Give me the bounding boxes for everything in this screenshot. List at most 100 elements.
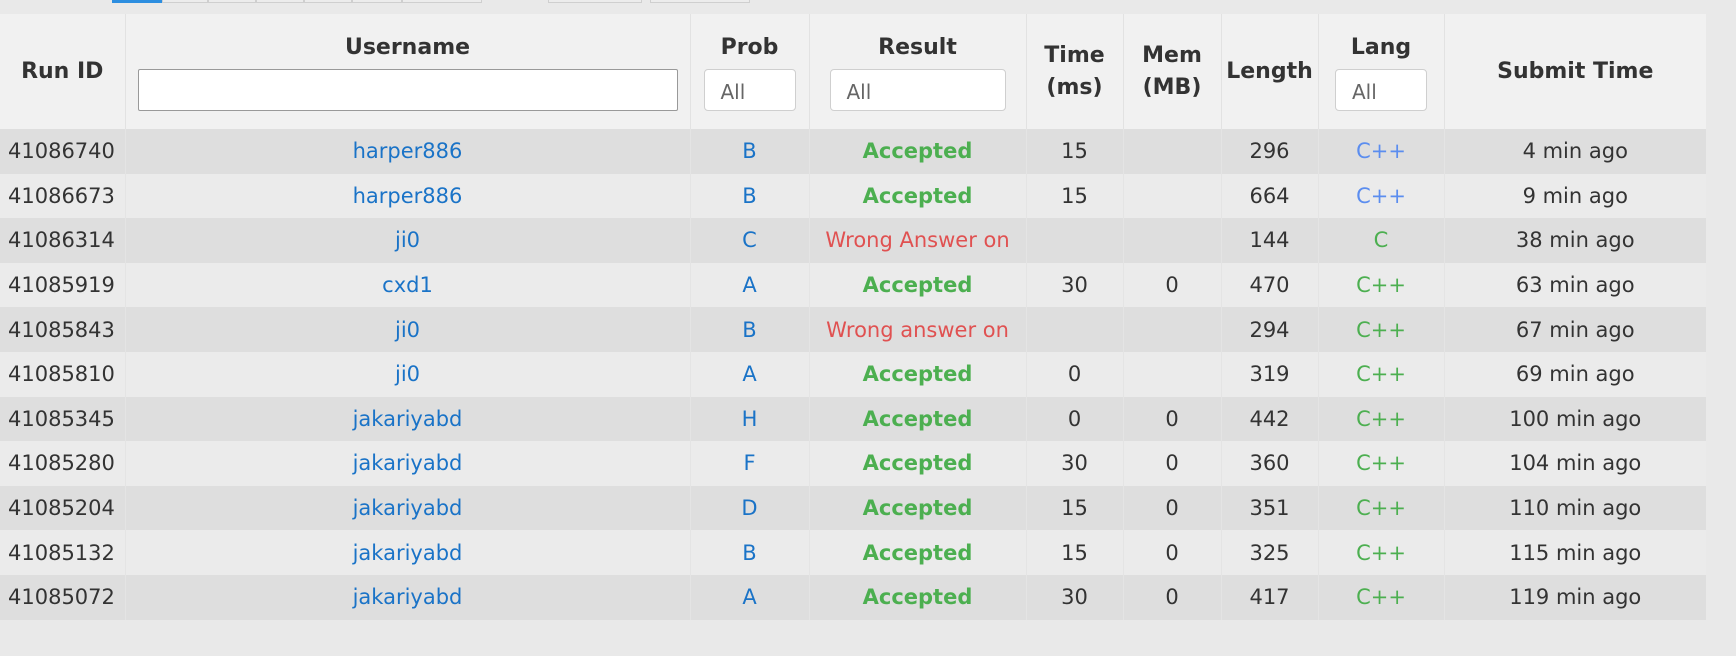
- prob-filter-select[interactable]: All: [703, 69, 796, 112]
- table-row: 41086673 harper886 B Accepted 15 664 C++…: [0, 173, 1706, 219]
- tab[interactable]: [256, 0, 304, 3]
- username-link[interactable]: harper886: [353, 184, 463, 208]
- lang-cell: C++: [1318, 307, 1445, 352]
- lang-cell: C++: [1318, 173, 1445, 219]
- header-prob: Prob All: [690, 14, 810, 129]
- mem-cell: 0: [1123, 485, 1222, 531]
- username-link[interactable]: jakariyabd: [353, 496, 463, 520]
- lang-value: C++: [1356, 496, 1406, 521]
- header-mem: Mem (MB): [1123, 14, 1222, 129]
- tab[interactable]: [548, 0, 642, 3]
- result-cell: Accepted: [809, 262, 1027, 308]
- mem-cell: [1123, 173, 1222, 219]
- result-status: Accepted: [862, 540, 973, 565]
- problem-link[interactable]: A: [742, 273, 756, 297]
- time-cell: [1026, 307, 1124, 352]
- header-result-label: Result: [878, 34, 957, 60]
- username-cell: harper886: [125, 129, 691, 174]
- lang-cell: C++: [1318, 441, 1445, 486]
- time-cell: 30: [1026, 441, 1124, 486]
- problem-link[interactable]: B: [742, 139, 756, 163]
- problem-link[interactable]: F: [743, 451, 755, 475]
- username-cell: jakariyabd: [125, 574, 691, 620]
- username-cell: jakariyabd: [125, 441, 691, 486]
- username-cell: ji0: [125, 218, 691, 263]
- length-cell: 325: [1221, 530, 1319, 575]
- result-status-link[interactable]: Wrong answer on: [826, 318, 1009, 342]
- header-run-id-label: Run ID: [21, 58, 104, 84]
- problem-link[interactable]: B: [742, 318, 756, 342]
- username-link[interactable]: harper886: [353, 139, 463, 163]
- run-id: 41085072: [0, 574, 126, 620]
- submit-time-cell: 67 min ago: [1444, 307, 1706, 352]
- submit-time-cell: 119 min ago: [1444, 574, 1706, 620]
- tab[interactable]: [208, 0, 256, 3]
- length-cell: 360: [1221, 441, 1319, 486]
- table-row: 41085810 ji0 A Accepted 0 319 C++ 69 min…: [0, 351, 1706, 397]
- header-length: Length: [1221, 14, 1319, 129]
- lang-value: C++: [1356, 585, 1406, 610]
- time-cell: 30: [1026, 574, 1124, 620]
- table-row: 41085345 jakariyabd H Accepted 0 0 442 C…: [0, 396, 1706, 442]
- result-status: Accepted: [862, 362, 973, 387]
- username-link[interactable]: jakariyabd: [353, 451, 463, 475]
- problem-link[interactable]: A: [742, 585, 756, 609]
- length-cell: 296: [1221, 129, 1319, 174]
- table-row: 41085843 ji0 B Wrong answer on 294 C++ 6…: [0, 307, 1706, 352]
- username-link[interactable]: jakariyabd: [353, 407, 463, 431]
- header-lang: Lang All: [1318, 14, 1445, 129]
- time-cell: 15: [1026, 173, 1124, 219]
- username-filter-input[interactable]: [137, 69, 678, 112]
- length-cell: 442: [1221, 396, 1319, 442]
- length-cell: 664: [1221, 173, 1319, 219]
- username-link[interactable]: jakariyabd: [353, 541, 463, 565]
- submit-time-cell: 38 min ago: [1444, 218, 1706, 263]
- prob-cell: B: [690, 307, 810, 352]
- username-link[interactable]: ji0: [395, 362, 420, 386]
- submit-time-cell: 9 min ago: [1444, 173, 1706, 219]
- length-cell: 144: [1221, 218, 1319, 263]
- tab[interactable]: [304, 0, 352, 3]
- tab-active[interactable]: [112, 0, 162, 3]
- problem-link[interactable]: B: [742, 184, 756, 208]
- time-cell: 15: [1026, 485, 1124, 531]
- run-id: 41085132: [0, 530, 126, 575]
- tab[interactable]: [650, 0, 750, 3]
- result-cell: Wrong answer on: [809, 307, 1027, 352]
- lang-value: C++: [1356, 273, 1406, 298]
- tab[interactable]: [162, 0, 208, 3]
- table-row: 41086314 ji0 C Wrong Answer on 144 C 38 …: [0, 218, 1706, 263]
- result-cell: Accepted: [809, 351, 1027, 397]
- problem-link[interactable]: A: [742, 362, 756, 386]
- time-cell: 0: [1026, 396, 1124, 442]
- problem-link[interactable]: D: [741, 496, 757, 520]
- result-cell: Accepted: [809, 485, 1027, 531]
- username-link[interactable]: ji0: [395, 318, 420, 342]
- tab[interactable]: [352, 0, 402, 3]
- username-cell: jakariyabd: [125, 396, 691, 442]
- run-id: 41085204: [0, 485, 126, 531]
- username-link[interactable]: cxd1: [382, 273, 433, 297]
- problem-link[interactable]: C: [742, 228, 757, 252]
- length-cell: 319: [1221, 351, 1319, 397]
- result-cell: Wrong Answer on: [809, 218, 1027, 263]
- result-cell: Accepted: [809, 173, 1027, 219]
- run-id: 41085843: [0, 307, 126, 352]
- mem-cell: 0: [1123, 396, 1222, 442]
- problem-link[interactable]: B: [742, 541, 756, 565]
- header-time-unit: (ms): [1046, 74, 1103, 100]
- lang-cell: C: [1318, 218, 1445, 263]
- prob-cell: D: [690, 485, 810, 531]
- username-link[interactable]: ji0: [395, 228, 420, 252]
- run-id: 41085280: [0, 441, 126, 486]
- result-status-link[interactable]: Wrong Answer on: [825, 228, 1009, 252]
- username-link[interactable]: jakariyabd: [353, 585, 463, 609]
- header-run-id: Run ID: [0, 14, 126, 129]
- tab[interactable]: [402, 0, 482, 3]
- lang-filter-select[interactable]: All: [1335, 69, 1427, 112]
- result-filter-select[interactable]: All: [829, 69, 1006, 112]
- lang-value: C++: [1356, 362, 1406, 387]
- result-cell: Accepted: [809, 574, 1027, 620]
- prob-cell: B: [690, 173, 810, 219]
- problem-link[interactable]: H: [742, 407, 758, 431]
